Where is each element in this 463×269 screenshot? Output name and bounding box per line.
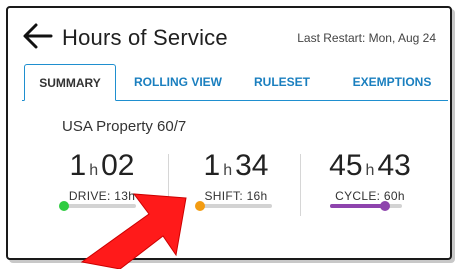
- drive-hours: 1: [69, 149, 87, 182]
- hos-panel: Hours of Service Last Restart: Mon, Aug …: [6, 6, 452, 260]
- cycle-progress-fill: [330, 204, 385, 208]
- last-restart-text: Last Restart: Mon, Aug 24: [297, 31, 436, 45]
- tab-summary[interactable]: SUMMARY: [24, 64, 116, 101]
- shift-value: 1 h 34: [170, 150, 302, 187]
- drive-progress-bar: [59, 201, 136, 211]
- drive-progress-dot: [59, 201, 69, 211]
- cycle-label: CYCLE: 60h: [335, 189, 405, 203]
- cycle-hours: 45: [329, 149, 363, 182]
- cycle-metric: 45 h 43 CYCLE: 60h: [304, 150, 436, 204]
- shift-progress-dot: [195, 201, 205, 211]
- header: Hours of Service Last Restart: Mon, Aug …: [8, 8, 450, 64]
- cycle-hours-unit: h: [365, 162, 375, 179]
- back-button[interactable]: [22, 22, 54, 50]
- tab-rolling-view[interactable]: ROLLING VIEW: [126, 64, 230, 100]
- drive-hours-unit: h: [89, 162, 99, 179]
- shift-metric: 1 h 34 SHIFT: 16h: [170, 150, 302, 204]
- arrow-left-icon: [23, 23, 53, 49]
- drive-value: 1 h 02: [36, 150, 168, 187]
- shift-hours: 1: [203, 149, 221, 182]
- page-title: Hours of Service: [62, 25, 228, 50]
- shift-progress-bar: [195, 201, 272, 211]
- cycle-minutes: 43: [377, 149, 411, 182]
- cycle-progress-bar: [330, 201, 402, 211]
- shift-minutes: 34: [235, 149, 269, 182]
- drive-metric: 1 h 02 DRIVE: 13h: [36, 150, 168, 204]
- drive-label: DRIVE: 13h: [68, 189, 136, 203]
- tab-bar: SUMMARY ROLLING VIEW RULESET EXEMPTIONS: [22, 64, 448, 101]
- tab-exemptions[interactable]: EXEMPTIONS: [340, 64, 444, 100]
- tab-ruleset[interactable]: RULESET: [244, 64, 320, 100]
- cycle-value: 45 h 43: [304, 150, 436, 187]
- shift-hours-unit: h: [223, 162, 233, 179]
- shift-label: SHIFT: 16h: [204, 189, 268, 203]
- drive-minutes: 02: [101, 149, 135, 182]
- ruleset-name: USA Property 60/7: [62, 118, 187, 135]
- cycle-progress-dot: [379, 201, 390, 211]
- divider: [300, 154, 301, 216]
- divider: [168, 154, 169, 216]
